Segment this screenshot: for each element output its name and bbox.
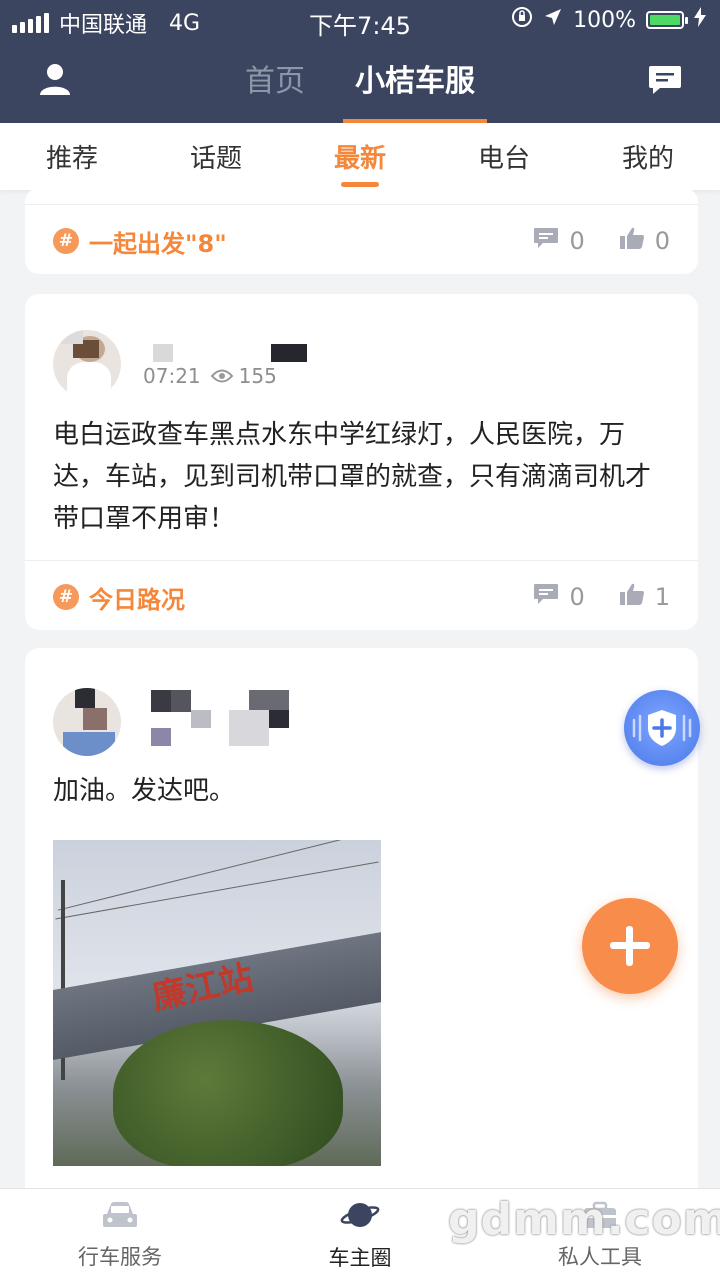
post-time: 07:21: [143, 364, 201, 388]
username-redacted: [229, 710, 269, 746]
image-detail: [57, 840, 377, 911]
like-count[interactable]: 1: [619, 582, 670, 612]
post-card[interactable]: # 一起出发"8" 0 0: [25, 188, 698, 274]
shield-plus-icon: [632, 710, 692, 746]
battery-percent: 100%: [573, 7, 636, 33]
username-redacted: [249, 690, 289, 712]
image-detail: [113, 1020, 343, 1166]
tab-owner-circle[interactable]: 车主圈: [240, 1189, 480, 1281]
username-redacted: [171, 690, 191, 712]
sub-tab-topics[interactable]: 话题: [161, 138, 271, 175]
username-redacted: [151, 690, 171, 712]
post-text[interactable]: 电白运政查车黑点水东中学红绿灯，人民医院，万达，车站，见到司机带口罩的就查，只有…: [53, 414, 670, 540]
divider: [25, 560, 698, 561]
post-image[interactable]: 廉江站: [53, 840, 381, 1166]
nav-tab-xiaoju-chefu[interactable]: 小桔车服: [343, 40, 487, 123]
car-icon: [101, 1200, 139, 1235]
location-icon: [543, 7, 563, 33]
hashtag-icon: #: [53, 228, 79, 254]
rotation-lock-icon: [511, 6, 533, 34]
comment-count-value: 0: [569, 583, 585, 611]
sub-tab-latest[interactable]: 最新: [305, 138, 415, 187]
avatar[interactable]: [53, 330, 121, 398]
username-redacted: [153, 344, 173, 362]
topic-tag-label: 今日路况: [89, 585, 185, 614]
like-count-value: 0: [654, 227, 670, 255]
sub-tab-mine[interactable]: 我的: [593, 138, 703, 175]
watermark: gdmm.com: [448, 1194, 720, 1245]
status-bar: 中国联通 4G 下午7:45 100%: [0, 0, 720, 40]
tab-driving-service-label: 行车服务: [78, 1244, 162, 1269]
nav-tab-home[interactable]: 首页: [239, 40, 311, 123]
username-redacted: [191, 710, 211, 728]
sub-tab-radio[interactable]: 电台: [449, 138, 559, 175]
post-text[interactable]: 加油。发达吧。: [53, 770, 670, 812]
charging-icon: [694, 7, 706, 33]
comment-count[interactable]: 0: [533, 227, 585, 255]
username-redacted: [271, 344, 307, 362]
battery-icon: [646, 11, 688, 29]
like-count[interactable]: 0: [619, 226, 670, 256]
message-icon[interactable]: [648, 64, 682, 100]
avatar[interactable]: [53, 688, 121, 756]
username-redacted: [269, 710, 289, 728]
tab-owner-circle-label: 车主圈: [328, 1245, 392, 1270]
thumbs-up-icon: [619, 582, 645, 612]
topic-tag[interactable]: # 一起出发"8": [53, 224, 227, 259]
topic-tag[interactable]: # 今日路况: [53, 580, 185, 615]
tab-personal-tools-label: 私人工具: [558, 1244, 642, 1269]
comment-icon: [533, 583, 559, 611]
comment-icon: [533, 227, 559, 255]
safety-shield-button[interactable]: [624, 690, 700, 766]
sub-tabs: 推荐 话题 最新 电台 我的: [0, 123, 720, 190]
comment-count[interactable]: 0: [533, 583, 585, 611]
thumbs-up-icon: [619, 226, 645, 256]
topic-tag-label: 一起出发"8": [89, 229, 227, 258]
view-count: 155: [238, 364, 277, 388]
comment-count-value: 0: [569, 227, 585, 255]
planet-icon: [340, 1199, 380, 1236]
tab-driving-service[interactable]: 行车服务: [0, 1189, 240, 1281]
divider: [25, 204, 698, 205]
like-count-value: 1: [654, 583, 670, 611]
sub-tab-recommend[interactable]: 推荐: [17, 138, 127, 175]
hashtag-icon: #: [53, 584, 79, 610]
post-card[interactable]: 07:21 155 电白运政查车黑点水东中学红绿灯，人民医院，万达，车站，见到司…: [25, 294, 698, 630]
username-redacted: [151, 728, 171, 746]
top-nav: 首页 小桔车服: [0, 40, 720, 123]
create-post-button[interactable]: [582, 898, 678, 994]
eye-icon: [210, 364, 233, 388]
